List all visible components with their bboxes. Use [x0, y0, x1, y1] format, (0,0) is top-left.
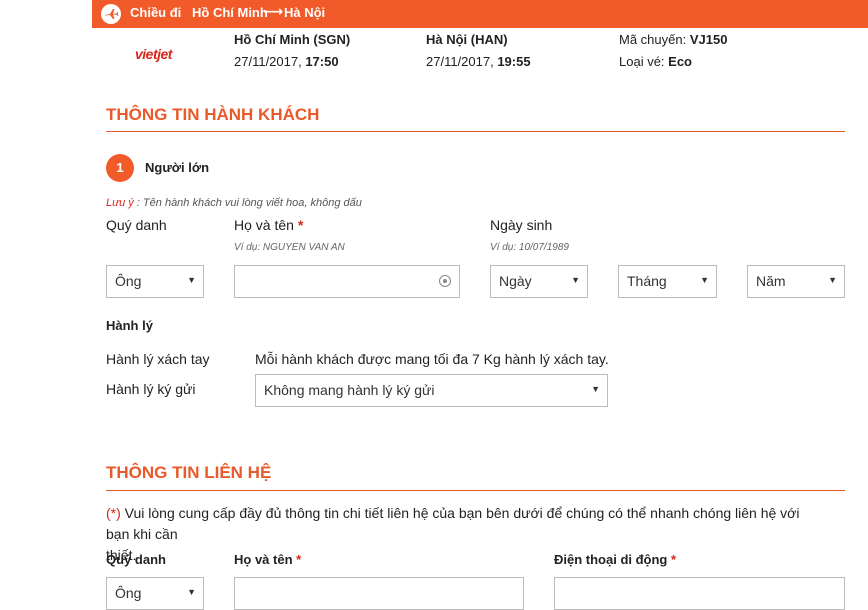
departure-datetime: 27/11/2017, 17:50: [234, 54, 339, 69]
contact-phone-label: Điện thoại di động *: [554, 552, 676, 567]
baggage-title: Hành lý: [106, 318, 153, 333]
note-text: : Tên hành khách vui lòng viết hoa, khôn…: [133, 197, 362, 209]
dob-year-value: Năm: [756, 273, 786, 289]
dob-hint: Ví dụ: 10/07/1989: [490, 242, 569, 253]
departure-date: 27/11/2017,: [234, 54, 306, 69]
dob-day-value: Ngày: [499, 273, 532, 289]
departure-city: Hồ Chí Minh (SGN): [234, 32, 351, 47]
passenger-type: Người lớn: [145, 160, 210, 175]
dob-month-select[interactable]: Tháng ▼: [618, 265, 717, 298]
dob-label: Ngày sinh: [490, 217, 553, 233]
contact-note: (*) Vui lòng cung cấp đầy đủ thông tin c…: [106, 503, 826, 566]
caret-down-icon: ▼: [187, 587, 196, 597]
contact-name-label-text: Họ và tên: [234, 552, 293, 567]
contact-title-label: Quý danh: [106, 552, 166, 567]
full-name-hint: Ví dụ: NGUYEN VAN AN: [234, 242, 345, 253]
departure-time: 17:50: [305, 54, 339, 69]
passenger-name-input[interactable]: [234, 265, 460, 298]
checked-baggage-value: Không mang hành lý ký gửi: [264, 382, 435, 398]
itinerary-header: Chiều đi Hồ Chí Minh ⟶ Hà Nội: [92, 0, 868, 28]
caret-down-icon: ▼: [828, 275, 837, 285]
contact-phone-input[interactable]: [554, 577, 845, 610]
checked-baggage-label: Hành lý ký gửi: [106, 381, 196, 397]
carry-on-text: Mỗi hành khách được mang tối đa 7 Kg hàn…: [255, 351, 609, 367]
destination-city: Hà Nội: [284, 5, 326, 20]
contact-name-label: Họ và tên *: [234, 552, 301, 567]
fare-type-label: Loại vé:: [619, 54, 669, 69]
section-divider: [106, 131, 845, 132]
name-note: Lưu ý : Tên hành khách vui lòng viết hoa…: [106, 197, 362, 209]
dob-day-select[interactable]: Ngày ▼: [490, 265, 588, 298]
caret-down-icon: ▼: [591, 384, 600, 394]
flight-number-value: VJ150: [689, 32, 728, 47]
contact-title-value: Ông: [115, 585, 142, 601]
contact-title-select[interactable]: Ông ▼: [106, 577, 204, 610]
contact-phone-label-text: Điện thoại di động: [554, 552, 668, 567]
arrival-datetime: 27/11/2017, 19:55: [426, 54, 531, 69]
vietjet-logo: vietjet: [135, 46, 172, 62]
caret-down-icon: ▼: [700, 275, 709, 285]
note-prefix: Lưu ý: [106, 197, 134, 209]
contact-section-title: THÔNG TIN LIÊN HỆ: [106, 463, 272, 482]
fare-type-value: Eco: [668, 54, 692, 69]
carry-on-label: Hành lý xách tay: [106, 351, 210, 367]
required-mark: (*): [106, 505, 121, 521]
required-mark: *: [296, 552, 302, 567]
required-mark: *: [671, 552, 677, 567]
caret-down-icon: ▼: [187, 275, 196, 285]
flight-number: Mã chuyến: VJ150: [619, 32, 727, 47]
contact-note-text: Vui lòng cung cấp đầy đủ thông tin chi t…: [106, 505, 800, 542]
full-name-label-text: Họ và tên: [234, 217, 294, 233]
direction-label: Chiều đi: [130, 5, 182, 20]
arrival-city: Hà Nội (HAN): [426, 32, 508, 47]
origin-city: Hồ Chí Minh: [192, 5, 268, 20]
section-divider: [106, 490, 845, 491]
arrival-time: 19:55: [497, 54, 531, 69]
airplane-icon: [101, 4, 121, 24]
passenger-title-select[interactable]: Ông ▼: [106, 265, 204, 298]
contact-name-input[interactable]: [234, 577, 524, 610]
arrival-date: 27/11/2017,: [426, 54, 498, 69]
passenger-section-title: THÔNG TIN HÀNH KHÁCH: [106, 105, 320, 124]
flight-number-label: Mã chuyến:: [619, 32, 690, 47]
passenger-index-badge: 1: [106, 154, 134, 182]
checked-baggage-select[interactable]: Không mang hành lý ký gửi ▼: [255, 374, 608, 407]
dob-month-value: Tháng: [627, 273, 667, 289]
full-name-label: Họ và tên *: [234, 217, 303, 233]
fare-type: Loại vé: Eco: [619, 54, 692, 69]
caret-down-icon: ▼: [571, 275, 580, 285]
required-mark: *: [297, 217, 304, 233]
arrow-right-icon: ⟶: [263, 3, 284, 19]
passenger-title-value: Ông: [115, 273, 142, 289]
title-label: Quý danh: [106, 217, 167, 233]
autofill-icon[interactable]: [439, 275, 451, 287]
dob-year-select[interactable]: Năm ▼: [747, 265, 845, 298]
